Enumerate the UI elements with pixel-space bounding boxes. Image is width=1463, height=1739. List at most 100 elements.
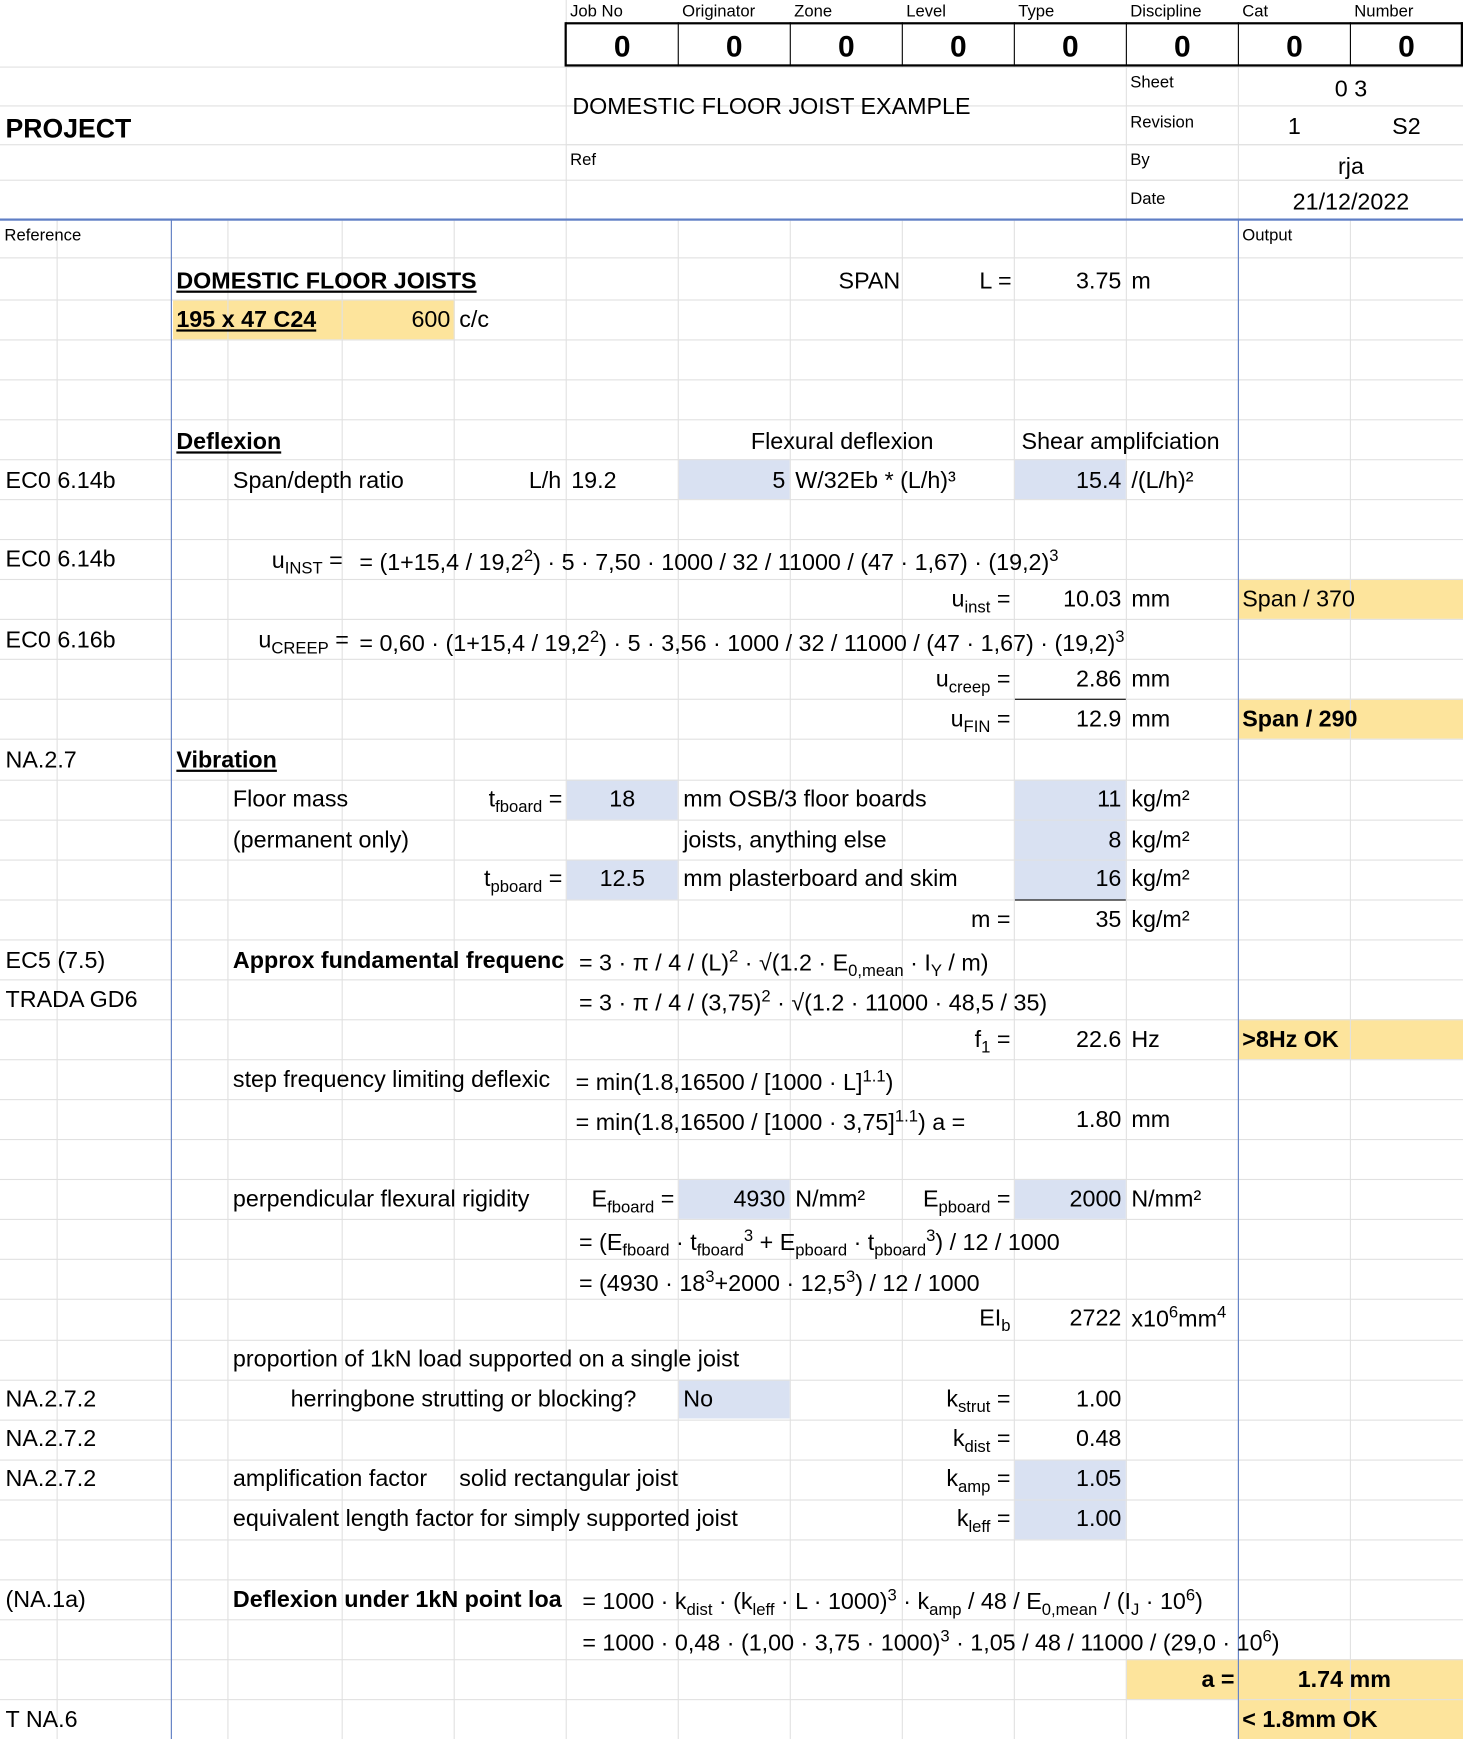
flex-formula: W/32Eb * (L/h)³: [795, 468, 956, 494]
efboard-value[interactable]: 4930: [679, 1187, 785, 1214]
header-grid-line: [1125, 105, 1463, 107]
ref-na27: NA.2.7: [5, 747, 77, 774]
grid-row-line: [0, 1019, 1463, 1021]
m-value: 35: [1095, 907, 1122, 933]
grid-row-line: [0, 1659, 1463, 1661]
originator-value[interactable]: 0: [679, 30, 790, 63]
kleff-value[interactable]: 1.00: [1015, 1506, 1121, 1533]
span-depth-label: Span/depth ratio: [232, 468, 404, 494]
grid-row-line: [0, 459, 1463, 461]
grid-row-line: [0, 1178, 1463, 1181]
tpboard-value[interactable]: 12.5: [567, 866, 678, 893]
revision-label: Revision: [1130, 113, 1195, 132]
zone-value[interactable]: 0: [791, 30, 902, 63]
flex-coeff[interactable]: 5: [679, 468, 785, 495]
ufin-unit: mm: [1131, 706, 1171, 732]
grid-row-line: [0, 738, 1463, 740]
vibration-heading: Vibration: [176, 747, 277, 774]
kamp-value[interactable]: 1.05: [1015, 1466, 1121, 1493]
revision-status[interactable]: S2: [1351, 114, 1462, 141]
ref-tna6: T NA.6: [5, 1706, 78, 1733]
epboard-value[interactable]: 2000: [1015, 1187, 1122, 1214]
span-symbol: L =: [979, 268, 1012, 294]
herringbone-value[interactable]: No: [683, 1386, 713, 1413]
output-column-label: Output: [1242, 226, 1293, 246]
uinst-result-label: uinst =: [951, 586, 1011, 617]
m-unit: kg/m²: [1131, 907, 1190, 933]
grid-row-line: [0, 859, 1463, 861]
kstrut-value: 1.00: [1076, 1386, 1122, 1412]
perp-rigidity-label: perpendicular flexural rigidity: [232, 1186, 530, 1213]
ufin-result-label: uFIN =: [950, 706, 1011, 737]
epboard-label: Epboard =: [923, 1186, 1011, 1217]
step-frequency-label: step frequency limiting deflexic: [232, 1066, 551, 1093]
grid-row-line: [0, 1419, 1463, 1421]
header-grid-line: [1125, 66, 1127, 219]
job-no-value[interactable]: 0: [567, 30, 678, 63]
kdist-label: kdist =: [952, 1426, 1011, 1457]
zone-label: Zone: [794, 2, 833, 22]
number-value[interactable]: 0: [1351, 30, 1462, 63]
a-final-label: a =: [1201, 1666, 1235, 1693]
ref-trada: TRADA GD6: [5, 987, 138, 1013]
ref-label: Ref: [570, 150, 597, 170]
efboard-label: Efboard =: [591, 1186, 675, 1217]
page-title[interactable]: DOMESTIC FLOOR JOIST EXAMPLE: [572, 94, 970, 121]
grid-row-line: [0, 419, 1463, 421]
cat-value[interactable]: 0: [1239, 30, 1350, 63]
ucreep-result-label: ucreep =: [935, 666, 1011, 697]
level-label: Level: [906, 2, 946, 22]
plaster-mass[interactable]: 16: [1015, 866, 1121, 893]
grid-row-line: [0, 1059, 1463, 1061]
equiv-length-label: equivalent length factor for simply supp…: [232, 1506, 738, 1532]
a-final-value: 1.74 mm: [1297, 1666, 1391, 1693]
grid-row-line: [0, 1579, 1463, 1581]
flexural-deflexion-label: Flexural deflexion: [750, 429, 934, 455]
kdist-value: 0.48: [1076, 1426, 1122, 1452]
date-label: Date: [1130, 189, 1166, 209]
joists-mass[interactable]: 8: [1015, 827, 1121, 854]
span-label: SPAN: [838, 268, 901, 294]
lh-label: L/h: [528, 468, 562, 494]
grid-row-line: [0, 899, 1463, 901]
type-label: Type: [1018, 2, 1055, 22]
eib-value: 2722: [1069, 1305, 1122, 1331]
osb-mass-unit: kg/m²: [1131, 786, 1190, 812]
proportion-label: proportion of 1kN load supported on a si…: [232, 1346, 740, 1372]
eib-unit: x106mm4: [1131, 1303, 1227, 1332]
ref-na272-3: NA.2.7.2: [5, 1466, 97, 1492]
grid-row-line: [0, 1699, 1463, 1701]
type-value[interactable]: 0: [1015, 30, 1126, 63]
freq-equation-1: = 3 · π / 4 / (L)2 · √(1.2 · E0,mean · I…: [578, 947, 989, 981]
span-value[interactable]: 3.75: [1015, 268, 1121, 295]
sheet-value[interactable]: 0 3: [1239, 77, 1463, 104]
grid-row-line: [0, 1499, 1463, 1501]
spacing-value[interactable]: 600: [344, 307, 450, 334]
ref-ec5: EC5 (7.5): [5, 948, 106, 974]
revision-value[interactable]: 1: [1239, 114, 1350, 141]
discipline-value[interactable]: 0: [1127, 30, 1238, 63]
grid-row-line: [0, 1218, 1463, 1220]
osb-mass[interactable]: 11: [1015, 786, 1121, 813]
tfboard-value[interactable]: 18: [567, 786, 678, 813]
defl-1kn-label: Deflexion under 1kN point loa: [232, 1587, 562, 1613]
ucreep-value: 2.86: [1076, 666, 1122, 693]
level-value[interactable]: 0: [903, 30, 1014, 63]
tpboard-label: tpboard =: [483, 866, 563, 897]
grid-row-line: [0, 1339, 1463, 1341]
header-grid-line: [565, 66, 1463, 68]
cat-label: Cat: [1242, 2, 1269, 22]
eib-label: EIb: [979, 1305, 1011, 1336]
freq-equation-2: = 3 · π / 4 / (3,75)2 · √(1.2 · 11000 · …: [578, 987, 1048, 1016]
tfboard-label: tfboard =: [488, 786, 563, 817]
final-output: < 1.8mm OK: [1242, 1706, 1378, 1733]
by-value[interactable]: rja: [1239, 154, 1463, 181]
date-value[interactable]: 21/12/2022: [1239, 190, 1463, 217]
section-size[interactable]: 195 x 47 C24: [176, 307, 316, 334]
sheet-label: Sheet: [1130, 73, 1174, 93]
shear-coeff[interactable]: 15.4: [1015, 468, 1121, 495]
grid-row-line: [0, 939, 1463, 941]
joists-label: joists, anything else: [683, 827, 887, 853]
grid-row-line: [0, 1539, 1463, 1541]
solid-label: solid rectangular joist: [459, 1466, 678, 1492]
